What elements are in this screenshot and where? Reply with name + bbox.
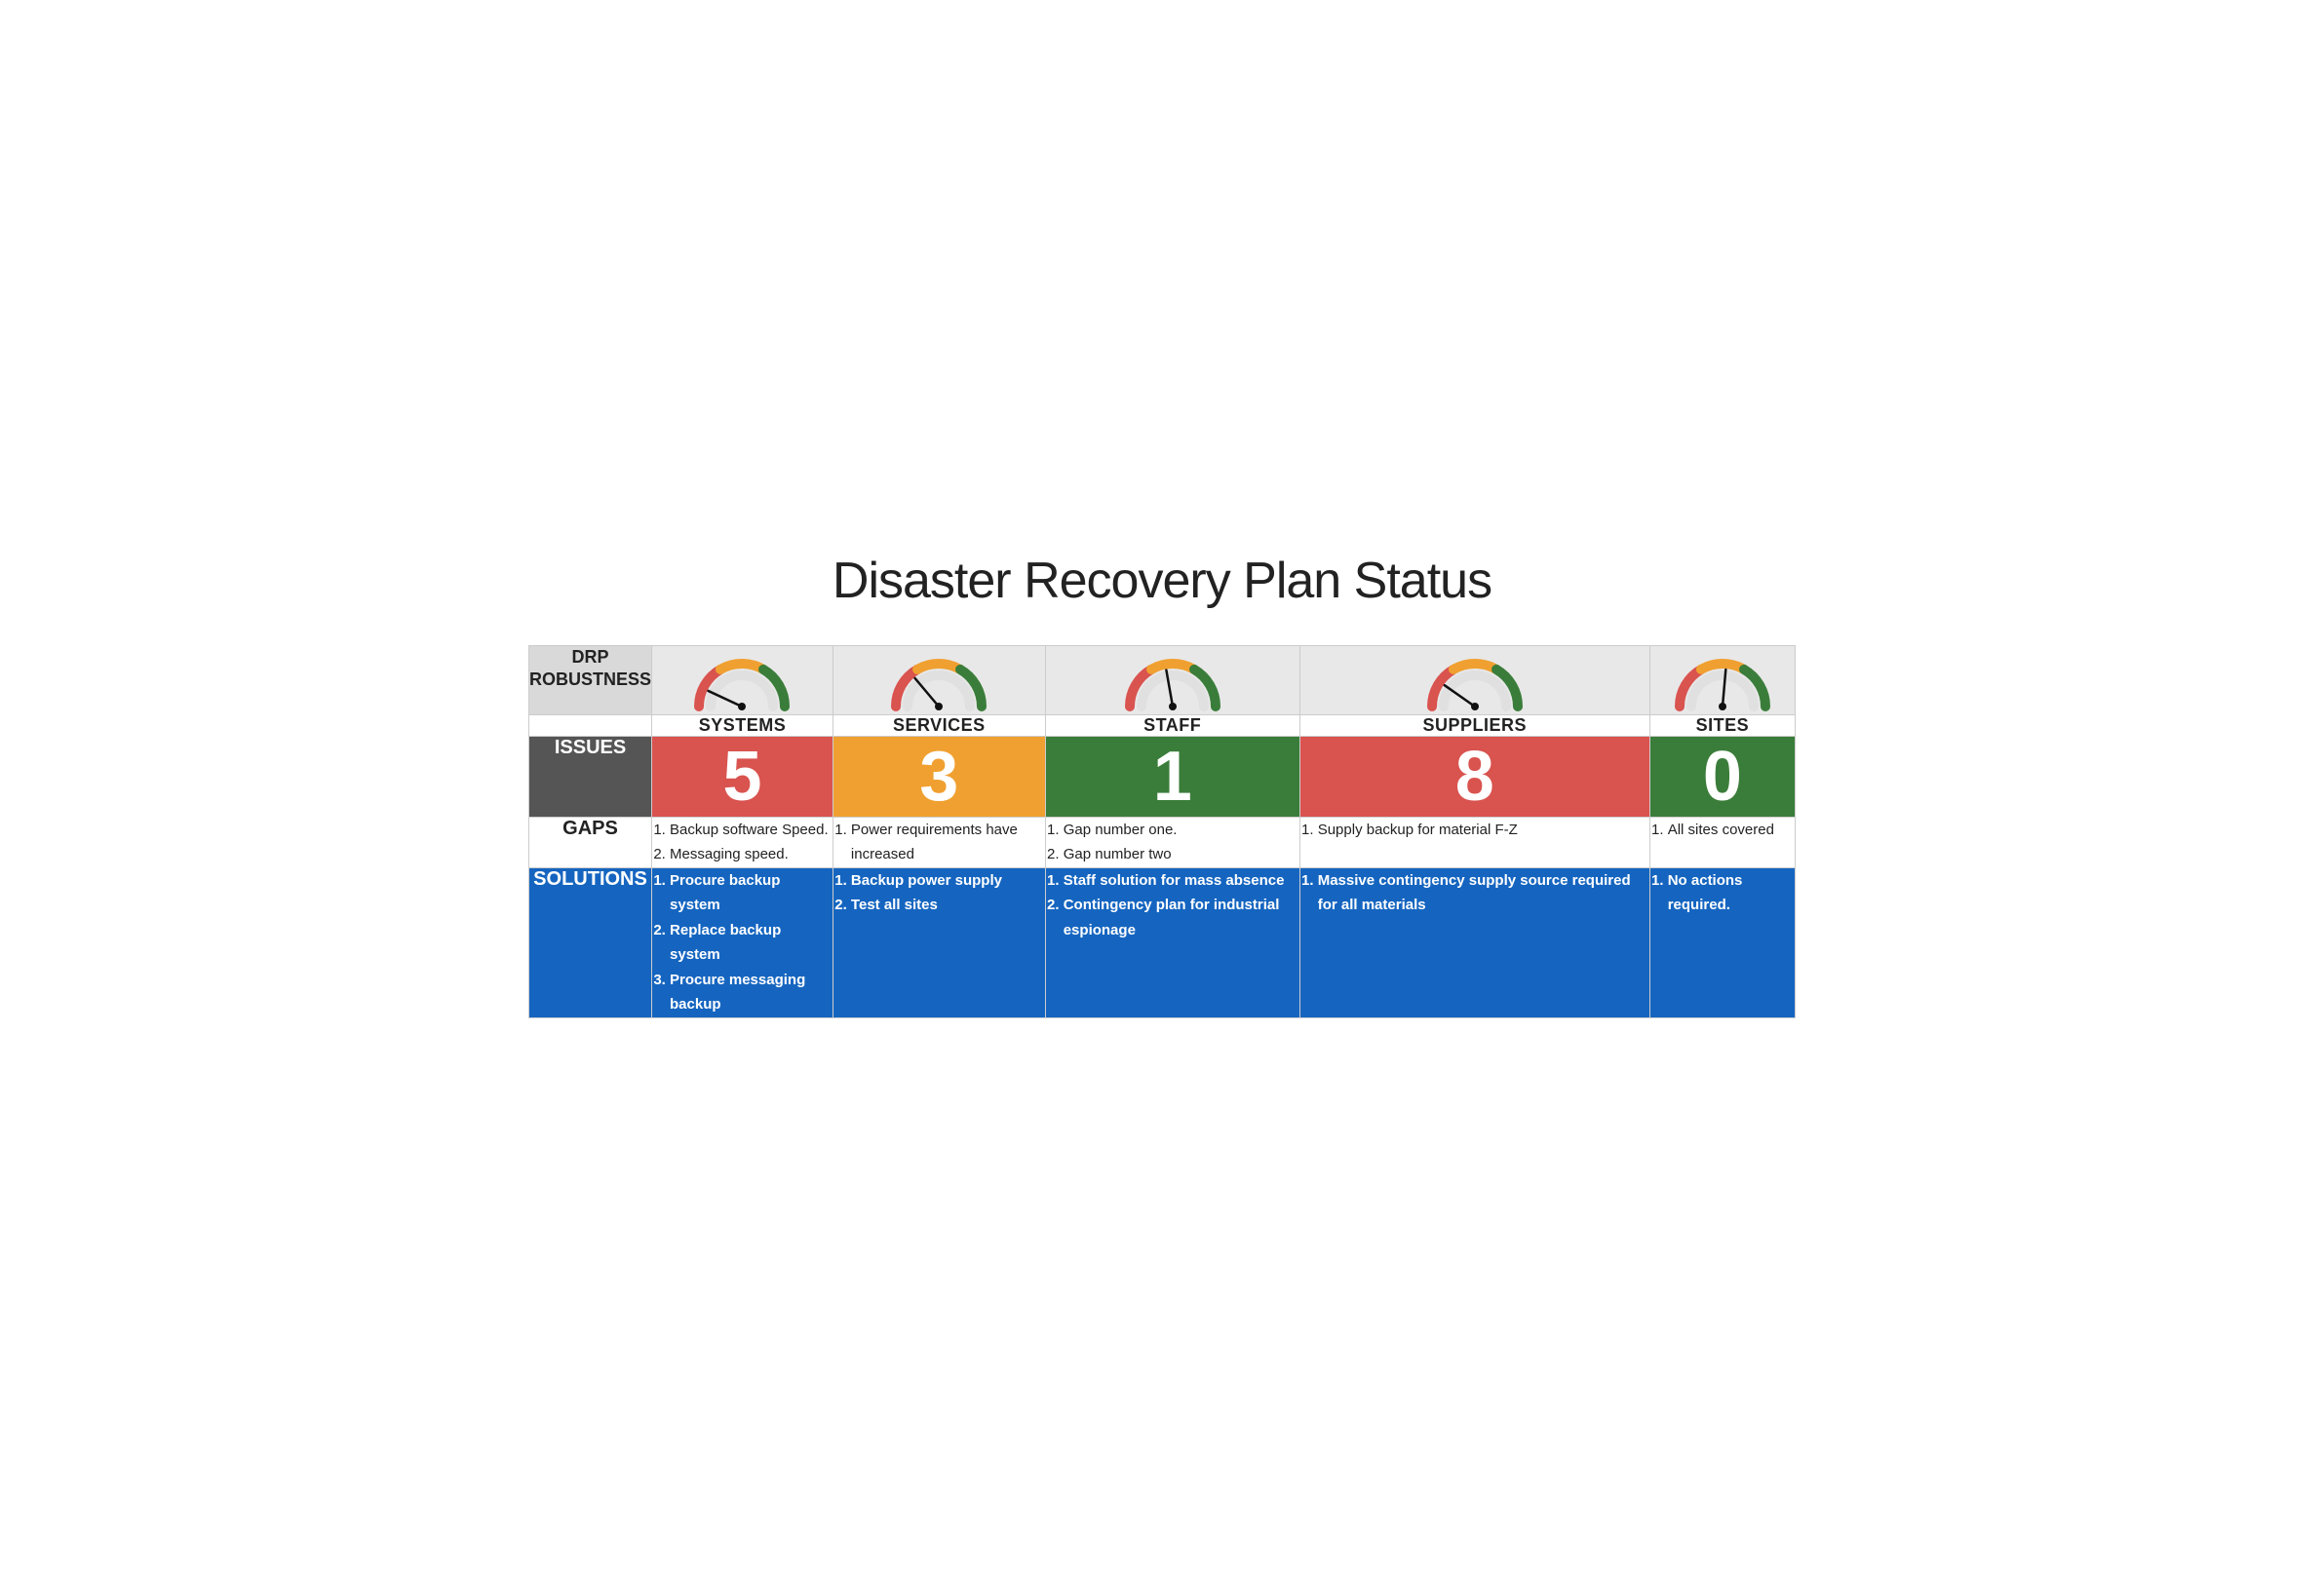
solution-item: Procure backup system	[670, 868, 833, 918]
gaps-cell-services: Power requirements have increased	[833, 817, 1045, 867]
gap-item: Backup software Speed.	[670, 818, 833, 843]
solution-item: Contingency plan for industrial espionag…	[1064, 893, 1299, 942]
solution-item: Procure messaging backup	[670, 968, 833, 1017]
issues-number-suppliers: 8	[1299, 736, 1649, 817]
gap-item: Power requirements have increased	[851, 818, 1045, 867]
gap-item: Supply backup for material F-Z	[1318, 818, 1649, 843]
gaps-cell-suppliers: Supply backup for material F-Z	[1299, 817, 1649, 867]
col-header-services: SERVICES	[833, 714, 1045, 736]
gaps-cell-sites: All sites covered	[1649, 817, 1795, 867]
drp-table: DRPROBUSTNESSSYSTEMSSERVICESSTAFFSUPPLIE…	[528, 645, 1796, 1018]
col-header-systems: SYSTEMS	[652, 714, 833, 736]
solution-item: Test all sites	[851, 893, 1045, 918]
solution-item: Replace backup system	[670, 918, 833, 968]
issues-number-systems: 5	[652, 736, 833, 817]
drp-robustness-label: DRPROBUSTNESS	[529, 645, 652, 714]
gap-item: All sites covered	[1668, 818, 1795, 843]
gap-item: Gap number one.	[1064, 818, 1299, 843]
gauge-cell-staff	[1045, 645, 1299, 714]
solutions-label: SOLUTIONS	[529, 867, 652, 1017]
gap-item: Messaging speed.	[670, 842, 833, 867]
gauge-cell-services	[833, 645, 1045, 714]
gauge-cell-sites	[1649, 645, 1795, 714]
solution-item: No actions required.	[1668, 868, 1795, 918]
solution-item: Backup power supply	[851, 868, 1045, 894]
gaps-label: GAPS	[529, 817, 652, 867]
issues-number-sites: 0	[1649, 736, 1795, 817]
col-header-suppliers: SUPPLIERS	[1299, 714, 1649, 736]
gaps-cell-staff: Gap number one.Gap number two	[1045, 817, 1299, 867]
solutions-cell-sites: No actions required.	[1649, 867, 1795, 1017]
solutions-cell-services: Backup power supplyTest all sites	[833, 867, 1045, 1017]
issues-label: ISSUES	[529, 736, 652, 817]
solution-item: Staff solution for mass absence	[1064, 868, 1299, 894]
solutions-cell-systems: Procure backup systemReplace backup syst…	[652, 867, 833, 1017]
issues-number-services: 3	[833, 736, 1045, 817]
page-title: Disaster Recovery Plan Status	[833, 552, 1491, 610]
solutions-cell-suppliers: Massive contingency supply source requir…	[1299, 867, 1649, 1017]
solutions-cell-staff: Staff solution for mass absenceContingen…	[1045, 867, 1299, 1017]
issues-number-staff: 1	[1045, 736, 1299, 817]
gauge-cell-systems	[652, 645, 833, 714]
gaps-cell-systems: Backup software Speed.Messaging speed.	[652, 817, 833, 867]
col-header-staff: STAFF	[1045, 714, 1299, 736]
solution-item: Massive contingency supply source requir…	[1318, 868, 1649, 918]
gap-item: Gap number two	[1064, 842, 1299, 867]
gauge-cell-suppliers	[1299, 645, 1649, 714]
col-header-sites: SITES	[1649, 714, 1795, 736]
